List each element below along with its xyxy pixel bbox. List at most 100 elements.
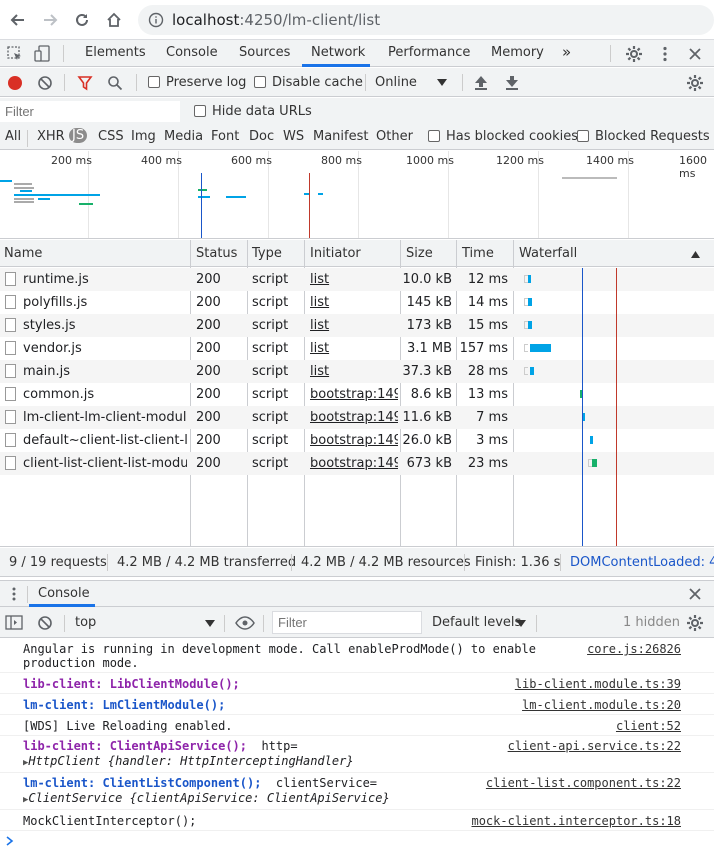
tab-network[interactable]: Network	[311, 45, 365, 60]
table-row[interactable]: main.js 200 script list 37.3 kB 28 ms	[0, 360, 714, 383]
console-filter-input[interactable]	[272, 611, 422, 634]
network-overview-timeline[interactable]: 200 ms 400 ms 600 ms 800 ms 1000 ms 1200…	[0, 151, 714, 239]
has-blocked-cookies-checkbox[interactable]: Has blocked cookies	[428, 129, 578, 144]
close-devtools-icon[interactable]	[687, 46, 703, 62]
cell-initiator[interactable]: list	[310, 341, 398, 356]
blocked-requests-checkbox[interactable]: Blocked Requests	[577, 129, 710, 144]
export-har-icon[interactable]	[505, 75, 519, 91]
col-name-header[interactable]: Name	[4, 246, 42, 261]
console-input[interactable]	[20, 832, 710, 850]
type-filter-font[interactable]: Font	[211, 129, 239, 144]
type-filter-media[interactable]: Media	[164, 129, 203, 144]
message-source-link[interactable]: client:52	[616, 719, 681, 733]
waterfall-bar[interactable]	[528, 275, 531, 283]
clear-console-icon[interactable]	[37, 615, 53, 631]
info-icon[interactable]	[148, 12, 164, 28]
more-options-icon[interactable]	[656, 45, 674, 63]
inspect-element-icon[interactable]	[7, 46, 23, 62]
cell-initiator[interactable]: bootstrap:149	[310, 410, 398, 425]
table-row[interactable]: polyfills.js 200 script list 145 kB 14 ms	[0, 291, 714, 314]
table-row[interactable]: default~client-list-client-l… 200 script bo…	[0, 429, 714, 452]
preserve-log-checkbox[interactable]: Preserve log	[148, 75, 246, 90]
table-row[interactable]: styles.js 200 script list 173 kB 15 ms	[0, 314, 714, 337]
waterfall-bar[interactable]	[530, 344, 551, 352]
waterfall-bar[interactable]	[528, 321, 532, 329]
import-har-icon[interactable]	[474, 75, 488, 91]
table-row[interactable]: client-list-client-list-modu… 200 script bo…	[0, 452, 714, 475]
table-row[interactable]: vendor.js 200 script list 3.1 MB 157 ms	[0, 337, 714, 360]
waterfall-bar[interactable]	[592, 459, 597, 467]
network-filter-input[interactable]	[0, 101, 180, 122]
waterfall-bar[interactable]	[530, 367, 534, 375]
col-time-header[interactable]: Time	[462, 246, 494, 261]
console-sidebar-icon[interactable]	[5, 615, 23, 631]
type-filter-js[interactable]: JS	[69, 128, 88, 143]
col-type-header[interactable]: Type	[252, 246, 282, 261]
type-filter-manifest[interactable]: Manifest	[313, 129, 368, 144]
message-source-link[interactable]: client-api.service.ts:22	[508, 739, 681, 753]
network-settings-icon[interactable]	[686, 74, 704, 92]
message-source-link[interactable]: core.js:26826	[587, 642, 681, 656]
type-filter-xhr[interactable]: XHR	[37, 129, 65, 144]
settings-gear-icon[interactable]	[625, 45, 643, 63]
cell-initiator[interactable]: list	[310, 364, 398, 379]
type-filter-all[interactable]: All	[5, 129, 21, 144]
hide-data-urls-checkbox[interactable]: Hide data URLs	[194, 104, 312, 119]
table-row[interactable]: common.js 200 script bootstrap:149 8.6 kB 13 …	[0, 383, 714, 406]
back-arrow-icon[interactable]	[6, 8, 30, 32]
message-source-link[interactable]: client-list.component.ts:22	[486, 776, 681, 790]
context-selector[interactable]: top	[75, 615, 96, 630]
type-filter-doc[interactable]: Doc	[249, 129, 274, 144]
sort-ascending-icon[interactable]	[691, 251, 700, 258]
chevron-down-icon[interactable]	[205, 620, 215, 627]
cell-initiator[interactable]: bootstrap:149	[310, 387, 398, 402]
home-icon[interactable]	[102, 8, 126, 32]
type-filter-ws[interactable]: WS	[283, 129, 304, 144]
preserve-log-box[interactable]	[148, 76, 160, 88]
tab-sources[interactable]: Sources	[239, 45, 290, 60]
type-filter-css[interactable]: CSS	[98, 129, 124, 144]
message-source-link[interactable]: lib-client.module.ts:39	[515, 677, 681, 691]
drawer-menu-icon[interactable]	[7, 586, 21, 602]
table-row[interactable]: lm-client-lm-client-modul… 200 script boots…	[0, 406, 714, 429]
waterfall-bar[interactable]	[590, 436, 593, 444]
forward-arrow-icon[interactable]	[38, 8, 62, 32]
object-preview[interactable]: ▶HttpClient {handler: HttpInterceptingHa…	[23, 754, 354, 770]
disable-cache-box[interactable]	[254, 76, 266, 88]
record-icon[interactable]	[7, 75, 23, 91]
table-row[interactable]: runtime.js 200 script list 10.0 kB 12 ms	[0, 268, 714, 291]
clear-icon[interactable]	[37, 75, 53, 91]
waterfall-bar[interactable]	[528, 298, 532, 306]
filter-funnel-icon[interactable]	[77, 75, 93, 91]
live-expression-eye-icon[interactable]	[235, 616, 255, 630]
chevron-down-icon[interactable]	[516, 620, 526, 627]
type-filter-other[interactable]: Other	[376, 129, 413, 144]
has-blocked-cookies-box[interactable]	[428, 130, 440, 142]
console-settings-icon[interactable]	[686, 614, 704, 632]
search-icon[interactable]	[107, 75, 123, 91]
tab-elements[interactable]: Elements	[85, 45, 146, 60]
address-bar[interactable]: localhost:4250/lm-client/list	[138, 5, 714, 35]
disable-cache-checkbox[interactable]: Disable cache	[254, 75, 363, 90]
cell-initiator[interactable]: list	[310, 295, 398, 310]
message-source-link[interactable]: mock-client.interceptor.ts:18	[471, 814, 681, 828]
more-tabs-icon[interactable]: »	[562, 43, 571, 61]
tab-performance[interactable]: Performance	[388, 45, 470, 60]
message-source-link[interactable]: lm-client.module.ts:20	[522, 698, 681, 712]
col-initiator-header[interactable]: Initiator	[310, 246, 361, 261]
col-waterfall-header[interactable]: Waterfall	[519, 246, 577, 261]
log-levels-select[interactable]: Default levels	[432, 615, 521, 630]
reload-icon[interactable]	[70, 8, 94, 32]
hide-data-urls-box[interactable]	[194, 105, 206, 117]
tab-memory[interactable]: Memory	[491, 45, 544, 60]
type-filter-img[interactable]: Img	[131, 129, 156, 144]
device-toolbar-icon[interactable]	[34, 45, 52, 63]
cell-initiator[interactable]: bootstrap:149	[310, 456, 398, 471]
close-drawer-icon[interactable]	[687, 586, 703, 602]
drawer-tab-console[interactable]: Console	[38, 586, 90, 601]
tab-console[interactable]: Console	[166, 45, 218, 60]
cell-initiator[interactable]: list	[310, 318, 398, 333]
col-status-header[interactable]: Status	[196, 246, 237, 261]
chevron-down-icon[interactable]	[437, 79, 447, 86]
col-size-header[interactable]: Size	[406, 246, 433, 261]
